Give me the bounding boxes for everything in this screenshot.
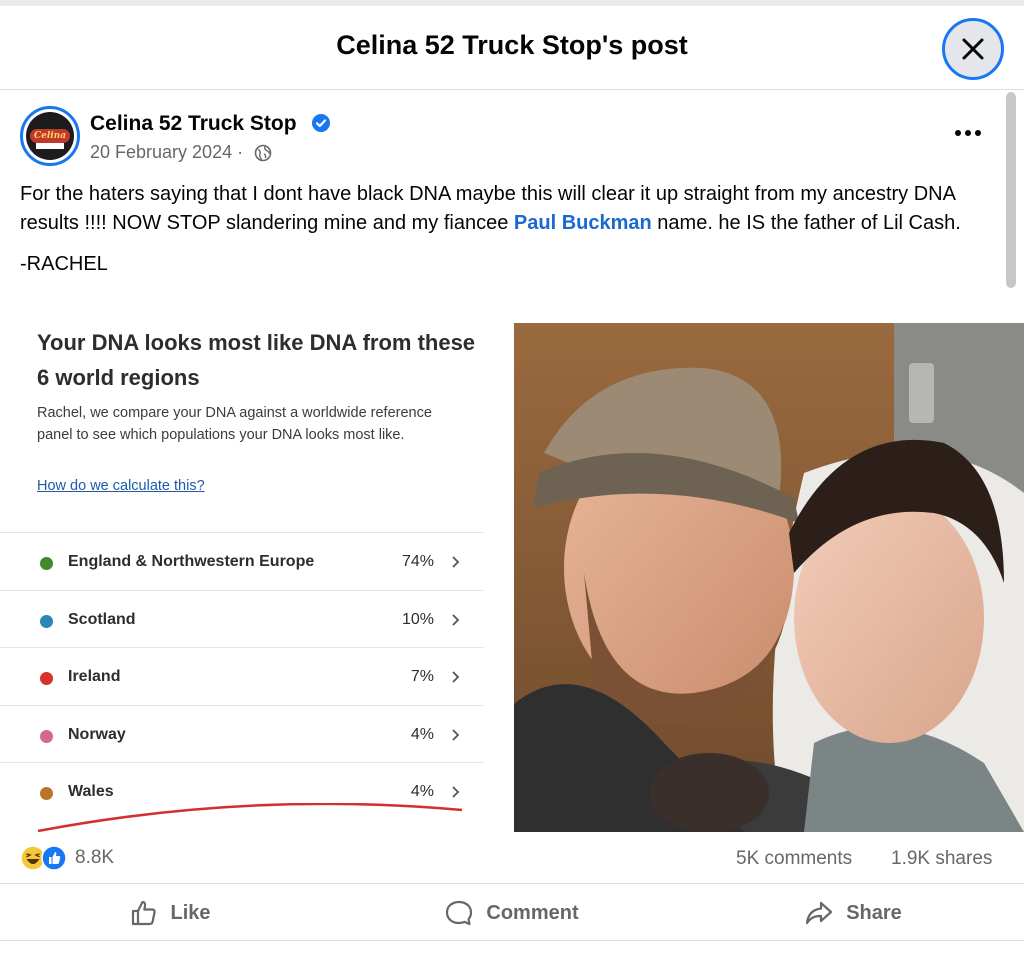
region-percent: 4% <box>410 783 434 800</box>
close-button[interactable] <box>942 18 1004 80</box>
avatar-logo: Celina <box>26 112 74 160</box>
region-name: Norway <box>68 725 126 743</box>
region-percent: 10% <box>401 610 434 628</box>
region-percent: 7% <box>410 668 434 685</box>
more-options-button[interactable] <box>946 118 990 148</box>
comment-label: Comment <box>486 901 579 924</box>
post-body-end: name. he IS the father of Lil Cash. <box>651 212 961 234</box>
region-name: England & Northwestern Europe <box>68 553 315 570</box>
chevron-right-icon <box>452 556 460 568</box>
verified-badge-icon <box>312 114 330 132</box>
post-text: For the haters saying that I dont have b… <box>20 180 990 291</box>
post-date[interactable]: 20 February 2024 <box>90 142 232 163</box>
region-color-dot <box>40 557 53 570</box>
dna-description: Rachel, we compare your DNA against a wo… <box>37 405 432 443</box>
reactions-summary[interactable]: 8.8K <box>20 844 114 872</box>
dna-region-row: Scotland 10% <box>0 589 484 647</box>
region-name: Wales <box>68 783 114 800</box>
like-button[interactable]: Like <box>0 885 341 941</box>
mention-link[interactable]: Paul Buckman <box>514 212 652 234</box>
dna-region-row: England & Northwestern Europe 74% <box>0 532 484 589</box>
chevron-right-icon <box>452 671 460 683</box>
dna-region-row: Norway 4% <box>0 704 484 762</box>
region-color-dot <box>40 729 53 743</box>
post-meta: 20 February 2024 · <box>90 142 272 163</box>
like-reaction-icon <box>41 845 67 871</box>
selfie-photo[interactable] <box>514 323 1024 832</box>
reaction-count: 8.8K <box>75 847 115 868</box>
region-name: Scotland <box>68 610 136 628</box>
author-name[interactable]: Celina 52 Truck Stop <box>90 112 297 136</box>
comment-bubble-icon <box>446 900 473 926</box>
dna-how-link: How do we calculate this? <box>37 478 205 494</box>
chevron-right-icon <box>452 728 460 741</box>
scrollbar[interactable] <box>1006 92 1016 288</box>
post-signature: -RACHEL <box>20 253 108 275</box>
share-label: Share <box>846 901 902 924</box>
chevron-right-icon <box>452 786 460 798</box>
avatar[interactable]: Celina <box>20 106 80 166</box>
post-body: For the haters saying that I dont have b… <box>20 180 990 238</box>
share-button[interactable]: Share <box>682 885 1024 941</box>
shares-count[interactable]: 1.9K shares <box>891 848 992 870</box>
dna-region-row: Ireland 7% <box>0 647 484 704</box>
red-underline-mark <box>37 803 463 832</box>
dna-results-image[interactable]: Your DNA looks most like DNA from these … <box>0 323 508 832</box>
chevron-right-icon <box>452 613 460 626</box>
comment-button[interactable]: Comment <box>341 885 682 941</box>
post-media[interactable]: Your DNA looks most like DNA from these … <box>0 323 1024 832</box>
meta-separator: · <box>232 142 249 162</box>
close-icon <box>962 38 984 60</box>
post-actions: Like Comment Share <box>0 885 1024 941</box>
modal-title: Celina 52 Truck Stop's post <box>336 30 688 60</box>
avatar-logo-text: Celina <box>30 129 70 143</box>
modal-header: Celina 52 Truck Stop's post <box>0 6 1024 90</box>
comments-count[interactable]: 5K comments <box>736 848 852 870</box>
avatar-logo-sub <box>36 143 64 149</box>
region-color-dot <box>40 614 53 628</box>
region-color-dot <box>40 787 53 800</box>
more-dots-icon <box>955 130 981 136</box>
region-percent: 74% <box>401 553 434 570</box>
share-arrow-icon <box>806 901 833 925</box>
thumbs-up-icon <box>132 900 157 926</box>
dna-title: Your DNA looks most like DNA from these … <box>37 330 476 390</box>
post-stats: 8.8K 5K comments 1.9K shares <box>0 832 1024 884</box>
region-percent: 4% <box>410 725 434 743</box>
region-color-dot <box>40 672 53 685</box>
region-name: Ireland <box>68 668 121 685</box>
like-label: Like <box>170 901 211 924</box>
globe-icon <box>254 144 272 161</box>
post-author-row: Celina Celina 52 Truck Stop 20 February … <box>20 106 1000 166</box>
